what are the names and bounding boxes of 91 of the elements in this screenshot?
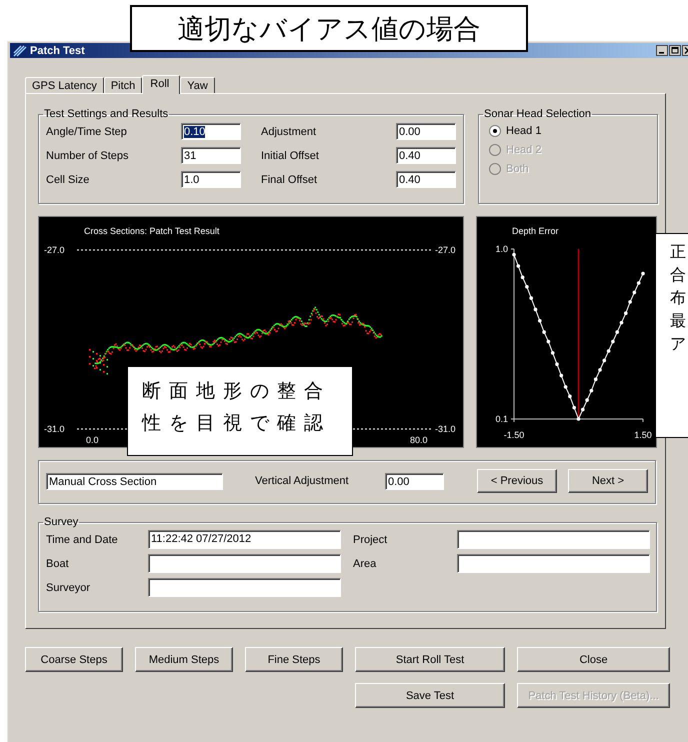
group-title: Survey <box>43 516 80 528</box>
field-label: Project <box>353 534 388 546</box>
tick-label: -1.50 <box>504 430 524 440</box>
field-label: Number of Steps <box>46 150 130 162</box>
data-point <box>611 340 615 344</box>
field-label: Boat <box>46 558 70 570</box>
data-point <box>641 272 645 276</box>
field-label: Adjustment <box>261 126 318 138</box>
annotation-callout: 断面地形の整合 性を目視で確認 <box>127 366 353 456</box>
axis-label: -27.0 <box>435 245 456 255</box>
text-field[interactable] <box>148 578 341 597</box>
data-point <box>602 358 606 362</box>
text-field[interactable]: Manual Cross Section <box>46 472 223 490</box>
data-point <box>581 408 585 412</box>
data-point <box>590 388 594 392</box>
action-button[interactable]: Fine Steps <box>245 647 343 672</box>
data-point <box>529 296 533 300</box>
group-title: Test Settings and Results <box>43 108 170 120</box>
data-point <box>632 290 636 294</box>
axis-label: -31.0 <box>435 424 456 434</box>
text-field[interactable]: 31 <box>181 147 241 164</box>
tab[interactable]: Pitch <box>104 77 142 93</box>
data-point <box>585 398 589 402</box>
text-field[interactable] <box>457 554 650 573</box>
text-field[interactable]: 0.00 <box>385 472 444 490</box>
radio-label: Head 1 <box>506 125 542 137</box>
tab[interactable]: Yaw <box>180 77 215 93</box>
data-point <box>542 330 546 334</box>
data-point <box>538 318 542 323</box>
data-point <box>576 417 580 421</box>
data-point <box>525 284 529 289</box>
field-label: Vertical Adjustment <box>255 475 350 487</box>
data-point <box>598 368 602 372</box>
window-title: Patch Test <box>30 44 85 56</box>
data-point <box>520 276 524 280</box>
text-field[interactable]: 0.40 <box>396 171 456 188</box>
text-field[interactable] <box>457 530 650 549</box>
nav-button[interactable]: < Previous <box>477 469 557 493</box>
axis-label: 0.0 <box>86 435 99 445</box>
text-field[interactable]: 0.00 <box>396 123 456 140</box>
field-label: Surveyor <box>46 582 92 594</box>
action-button[interactable]: Medium Steps <box>135 647 233 672</box>
axis-label: -27.0 <box>44 245 65 255</box>
chart-title: Cross Sections: Patch Test Result <box>84 226 220 236</box>
tick-label: 1.0 <box>495 244 508 254</box>
data-point <box>568 394 572 398</box>
action-button[interactable]: Coarse Steps <box>25 647 123 672</box>
app-icon <box>13 44 27 56</box>
data-point <box>615 330 619 334</box>
text-field[interactable]: 0.10 <box>181 123 241 140</box>
radio-button[interactable] <box>489 125 501 137</box>
data-point <box>572 406 576 410</box>
field-label: Area <box>353 558 378 570</box>
data-point <box>594 378 598 382</box>
field-label: Final Offset <box>261 174 318 186</box>
nav-button[interactable]: Next > <box>568 469 648 493</box>
tick-label: 1.50 <box>634 430 652 440</box>
chart-title: Depth Error <box>512 226 559 236</box>
field-label: Angle/Time Step <box>46 126 128 138</box>
data-point <box>516 264 520 268</box>
axis-label: -31.0 <box>44 424 65 434</box>
action-button[interactable]: Start Roll Test <box>355 647 505 672</box>
minimize-icon[interactable] <box>656 45 668 56</box>
data-point <box>534 308 538 312</box>
text-field[interactable]: 11:22:42 07/27/2012 <box>148 530 341 549</box>
action-button[interactable]: Save Test <box>355 683 505 708</box>
annotation-callout: 正 合 布 最 ア <box>655 233 688 438</box>
tab[interactable]: GPS Latency <box>25 77 104 93</box>
tab[interactable]: Roll <box>142 75 180 94</box>
axis-label: 80.0 <box>410 435 428 445</box>
data-point <box>620 320 624 324</box>
data-point <box>636 281 640 285</box>
data-point <box>606 349 610 353</box>
field-label: Cell Size <box>46 174 90 186</box>
group-title: Sonar Head Selection <box>483 108 592 120</box>
data-point <box>550 351 554 355</box>
data-point <box>628 300 632 304</box>
data-point <box>560 374 564 378</box>
data-point <box>564 385 568 389</box>
annotation-callout: 適切なバイアス値の場合 <box>130 5 528 52</box>
text-field[interactable] <box>148 554 341 573</box>
text-field[interactable]: 0.40 <box>396 147 456 164</box>
field-label: Initial Offset <box>261 150 320 162</box>
action-button[interactable]: Close <box>517 647 670 672</box>
data-point <box>624 311 628 316</box>
data-point <box>512 252 516 256</box>
data-point <box>546 340 550 344</box>
data-point <box>555 362 559 366</box>
text-field[interactable]: 1.0 <box>181 171 241 188</box>
field-label: Time and Date <box>46 534 119 546</box>
tick-label: 0.1 <box>495 414 508 424</box>
